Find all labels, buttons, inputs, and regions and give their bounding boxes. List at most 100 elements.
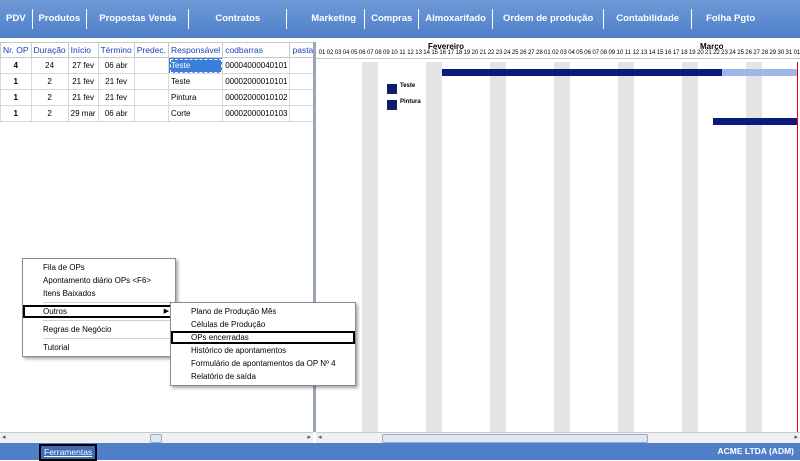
menu-item-historico-apontamentos[interactable]: Histórico de apontamentos (171, 344, 355, 357)
ferramentas-button[interactable]: Ferramentas (39, 444, 98, 461)
cell-duracao[interactable]: 2 (30, 89, 69, 106)
menu-item-ops-encerradas[interactable]: OPs encerradas (171, 331, 355, 344)
cell-duracao[interactable]: 2 (30, 73, 69, 90)
cell-inicio[interactable]: 27 fev (67, 57, 99, 74)
cell-inicio[interactable]: 29 mar (67, 105, 99, 122)
legend-label-teste: Teste (400, 83, 416, 89)
grid-horizontal-scrollbar[interactable]: ◂ ▸ (0, 432, 313, 443)
grid-header-row: Nr. OP Duração Início Término Predec. Re… (0, 42, 313, 58)
cell-duracao[interactable]: 24 (30, 57, 69, 74)
cell-responsavel[interactable]: Corte (168, 105, 224, 122)
cell-responsavel[interactable]: Pintura (168, 89, 224, 106)
cell-codbarras[interactable]: 00002000010101 (222, 73, 291, 90)
scroll-right-icon[interactable]: ▸ (307, 433, 311, 441)
menu-item-fila-ops[interactable]: Fila de OPs (23, 261, 175, 274)
menu-item-relatorio-saida[interactable]: Relatório de saída (171, 370, 355, 383)
cell-predec[interactable] (133, 57, 170, 74)
gantt-scroll-thumb[interactable] (382, 434, 648, 443)
table-row[interactable]: 1 2 29 mar 06 abr Corte 00002000010103 (0, 105, 313, 122)
cell-nr-op[interactable]: 4 (0, 57, 32, 74)
cell-codbarras[interactable]: 00002000010103 (222, 105, 291, 122)
cell-termino[interactable]: 06 abr (97, 57, 135, 74)
scroll-right-icon[interactable]: ▸ (794, 433, 798, 441)
col-header-pasta[interactable]: pasta_i (289, 42, 313, 58)
gantt-day-label: 15 (431, 50, 439, 56)
cell-nr-op[interactable]: 1 (0, 73, 32, 90)
col-header-nr-op[interactable]: Nr. OP (0, 42, 32, 58)
gantt-day-label: 18 (455, 50, 463, 56)
gantt-day-label: 10 (616, 50, 624, 56)
table-row[interactable]: 1 2 21 fev 21 fev Pintura 00002000010102 (0, 89, 313, 106)
gantt-day-label: 01 (318, 50, 326, 56)
gantt-weekend-column (682, 62, 698, 432)
cell-termino[interactable]: 06 abr (97, 105, 135, 122)
menu-almoxarifado[interactable]: Almoxarifado (419, 9, 493, 29)
col-header-predec[interactable]: Predec. (133, 42, 170, 58)
gantt-bar-op4-progress (722, 69, 798, 76)
cell-nr-op[interactable]: 1 (0, 89, 32, 106)
cell-pasta[interactable] (289, 57, 313, 74)
gantt-day-label: 17 (672, 50, 680, 56)
menu-separator (43, 338, 173, 339)
cell-pasta[interactable] (289, 73, 313, 90)
col-header-termino[interactable]: Término (97, 42, 135, 58)
scroll-left-icon[interactable]: ◂ (318, 433, 322, 441)
gantt-bar-op4[interactable] (442, 69, 722, 76)
gantt-day-label: 22 (713, 50, 720, 56)
gantt-day-label: 08 (600, 50, 608, 56)
menu-folha-pgto[interactable]: Folha Pgto (692, 9, 769, 29)
gantt-day-label: 07 (366, 50, 374, 56)
cell-predec[interactable] (133, 105, 170, 122)
menu-pdv[interactable]: PDV (0, 9, 33, 29)
cell-pasta[interactable] (289, 105, 313, 122)
menu-item-apontamento-diario[interactable]: Apontamento diário OPs <F6> (23, 274, 175, 287)
table-row[interactable]: 1 2 21 fev 21 fev Teste 00002000010101 (0, 73, 313, 90)
gantt-day-label: 22 (487, 50, 495, 56)
cell-nr-op[interactable]: 1 (0, 105, 32, 122)
cell-duracao[interactable]: 2 (30, 105, 69, 122)
cell-codbarras[interactable]: 00004000040101 (222, 57, 291, 74)
cell-responsavel-selected[interactable]: Teste (168, 57, 224, 74)
col-header-inicio[interactable]: Início (67, 42, 99, 58)
menu-item-plano-producao-mes[interactable]: Plano de Produção Mês (171, 305, 355, 318)
cell-responsavel[interactable]: Teste (168, 73, 224, 90)
gantt-today-line (797, 62, 798, 432)
menu-item-outros-label: Outros (43, 307, 68, 316)
menu-contratos[interactable]: Contratos (189, 9, 288, 29)
menu-item-itens-baixados[interactable]: Itens Baixados (23, 287, 175, 300)
legend-swatch-pintura (387, 100, 397, 110)
cell-pasta[interactable] (289, 89, 313, 106)
cell-termino[interactable]: 21 fev (97, 89, 135, 106)
gantt-day-label: 04 (568, 50, 575, 56)
gantt-bar-op1-corte[interactable] (713, 118, 797, 125)
menu-item-outros[interactable]: Outros ▶ (23, 305, 175, 318)
gantt-day-label: 11 (624, 50, 631, 56)
menu-item-celulas-producao[interactable]: Células de Produção (171, 318, 355, 331)
menu-produtos[interactable]: Produtos (33, 9, 88, 29)
cell-inicio[interactable]: 21 fev (67, 89, 99, 106)
menu-compras[interactable]: Compras (365, 9, 420, 29)
gantt-horizontal-scrollbar[interactable]: ◂ ▸ (316, 432, 800, 443)
menu-ordem-producao[interactable]: Ordem de produção (493, 9, 605, 29)
cell-predec[interactable] (133, 89, 170, 106)
cell-codbarras[interactable]: 00002000010102 (222, 89, 291, 106)
cell-termino[interactable]: 21 fev (97, 73, 135, 90)
cell-inicio[interactable]: 21 fev (67, 73, 99, 90)
col-header-duracao[interactable]: Duração (30, 42, 69, 58)
bottom-bar: Ferramentas ACME LTDA (ADM) (0, 443, 800, 461)
menu-marketing[interactable]: Marketing (287, 9, 366, 29)
menu-item-regras-negocio[interactable]: Regras de Negócio (23, 323, 175, 336)
col-header-codbarras[interactable]: codbarras (222, 42, 291, 58)
gantt-day-label: 27 (527, 50, 535, 56)
menu-item-tutorial[interactable]: Tutorial (23, 341, 175, 354)
table-row[interactable]: 4 24 27 fev 06 abr Teste 00004000040101 (0, 57, 313, 74)
cell-predec[interactable] (133, 73, 170, 90)
gantt-day-label: 04 (342, 50, 350, 56)
menu-item-formulario-apontamentos[interactable]: Formulário de apontamentos da OP Nº 4 (171, 357, 355, 370)
grid-scroll-thumb[interactable] (150, 434, 162, 443)
menu-contabilidade[interactable]: Contabilidade (604, 9, 693, 29)
col-header-responsavel[interactable]: Responsável (168, 42, 224, 58)
menu-propostas-venda[interactable]: Propostas Venda (87, 9, 190, 29)
gantt-day-label: 30 (777, 50, 785, 56)
scroll-left-icon[interactable]: ◂ (2, 433, 6, 441)
